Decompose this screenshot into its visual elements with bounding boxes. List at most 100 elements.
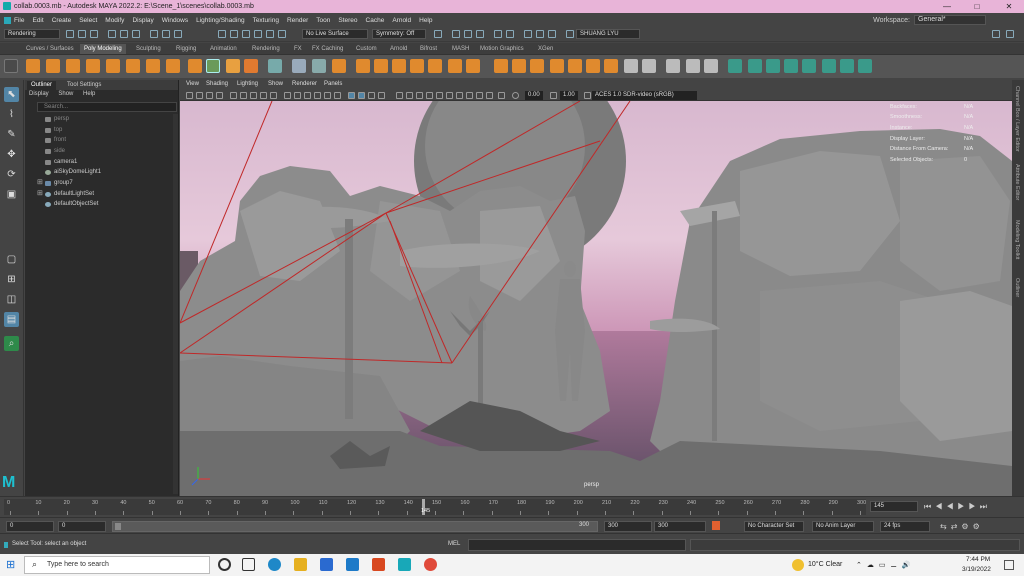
- svg-icon[interactable]: [244, 59, 258, 73]
- minimize-button[interactable]: —: [932, 0, 962, 13]
- vp-menu-panels[interactable]: Panels: [324, 81, 342, 87]
- menu-modify[interactable]: Modify: [105, 17, 124, 24]
- motion-blur-icon[interactable]: [358, 92, 365, 99]
- four-view-icon[interactable]: ⊞: [4, 272, 19, 287]
- platonic-solid-icon[interactable]: [166, 59, 180, 73]
- gate-mask-icon[interactable]: [260, 92, 267, 99]
- notifications-icon[interactable]: [1004, 560, 1014, 570]
- close-button[interactable]: ✕: [994, 0, 1024, 13]
- tab-tool-settings[interactable]: Tool Settings: [63, 81, 105, 90]
- playback-end-field[interactable]: 300: [604, 521, 652, 532]
- delete-history-icon[interactable]: [704, 59, 718, 73]
- settings-gear-icon[interactable]: [1006, 30, 1014, 38]
- cortana-icon[interactable]: [218, 558, 231, 571]
- outliner-item-persp[interactable]: persp: [45, 114, 69, 124]
- menu-create[interactable]: Create: [52, 17, 72, 24]
- shelf-tab-curves-surfaces[interactable]: Curves / Surfaces: [22, 44, 78, 54]
- task-view-icon[interactable]: [242, 558, 255, 571]
- uv-editor-icon[interactable]: [268, 59, 282, 73]
- combine-icon[interactable]: [292, 59, 306, 73]
- vp-menu-shading[interactable]: Shading: [206, 81, 228, 87]
- persp-outliner-icon[interactable]: ▤: [4, 312, 19, 327]
- shelf-tab-mash[interactable]: MASH: [448, 44, 473, 54]
- outliner-item-camera1[interactable]: camera1: [45, 157, 77, 167]
- end-frame-field[interactable]: 300: [654, 521, 706, 532]
- smooth-shade-icon[interactable]: [294, 92, 301, 99]
- uv-cut-icon[interactable]: [802, 59, 816, 73]
- weather-icon[interactable]: [792, 559, 804, 571]
- mirror-icon[interactable]: [410, 59, 424, 73]
- shelf-tab-custom[interactable]: Custom: [352, 44, 381, 54]
- shelf-tab-motion-graphics[interactable]: Motion Graphics: [476, 44, 528, 54]
- multi-cut-icon[interactable]: [550, 59, 564, 73]
- tab-attribute-editor[interactable]: Attribute Editor: [1014, 164, 1020, 200]
- shelf-tab-rigging[interactable]: Rigging: [172, 44, 200, 54]
- center-pivot-icon[interactable]: [686, 59, 700, 73]
- time-ruler[interactable]: 0 10 20 30 40 50 60 70 80 90 100 110 120 130 140 150 160…: [4, 499, 866, 515]
- shadows-icon[interactable]: [334, 92, 341, 99]
- pause-viewport-icon[interactable]: [476, 92, 483, 99]
- fill-hole-icon[interactable]: [466, 59, 480, 73]
- hypershade-toggle-icon[interactable]: [466, 92, 473, 99]
- start-frame-field[interactable]: 0: [6, 521, 54, 532]
- ui-elements-icon[interactable]: [446, 92, 453, 99]
- key-icon[interactable]: [712, 521, 720, 530]
- side-by-side-icon[interactable]: ◫: [4, 292, 19, 307]
- depth-of-field-icon[interactable]: [378, 92, 385, 99]
- outliner-item-defaultobjectset[interactable]: defaultObjectSet: [45, 199, 98, 209]
- menu-render[interactable]: Render: [287, 17, 308, 24]
- select-component-icon[interactable]: [132, 30, 140, 38]
- menu-arnold[interactable]: Arnold: [392, 17, 411, 24]
- menu-edit[interactable]: Edit: [32, 17, 43, 24]
- camera-attr-icon[interactable]: [196, 92, 203, 99]
- menu-lighting-shading[interactable]: Lighting/Shading: [196, 17, 244, 24]
- xray-icon[interactable]: [406, 92, 413, 99]
- colorspace-dropdown[interactable]: ACES 1.0 SDR-video (sRGB): [592, 91, 697, 100]
- modeling-toolkit-icon[interactable]: [524, 30, 532, 38]
- bookmark-icon[interactable]: [206, 92, 213, 99]
- attribute-editor-icon[interactable]: [536, 30, 544, 38]
- select-object-icon[interactable]: [120, 30, 128, 38]
- undo-icon[interactable]: [90, 30, 98, 38]
- clock-time[interactable]: 7:44 PM: [966, 556, 990, 563]
- vp-menu-show[interactable]: Show: [268, 81, 283, 87]
- wireframe-on-shaded-icon[interactable]: [304, 92, 311, 99]
- multisample-aa-icon[interactable]: [368, 92, 375, 99]
- menuset-dropdown[interactable]: Rendering: [4, 29, 60, 39]
- tab-channel-box[interactable]: Channel Box / Layer Editor: [1014, 86, 1020, 152]
- uv-spherical-icon[interactable]: [766, 59, 780, 73]
- smooth-icon[interactable]: [332, 59, 346, 73]
- poly-cone-icon[interactable]: [86, 59, 100, 73]
- use-all-lights-icon[interactable]: [324, 92, 331, 99]
- expand-icon[interactable]: ⊞: [37, 189, 43, 199]
- uv-cylindrical-icon[interactable]: [748, 59, 762, 73]
- render-settings-icon[interactable]: [476, 30, 484, 38]
- menu-file[interactable]: File: [14, 17, 24, 24]
- scale-tool-icon[interactable]: ▣: [4, 187, 19, 202]
- menu-windows[interactable]: Windows: [162, 17, 188, 24]
- isolate-select-icon[interactable]: [396, 92, 403, 99]
- poly-sphere-icon[interactable]: [26, 59, 40, 73]
- extrude-icon[interactable]: [494, 59, 508, 73]
- tab-modeling-toolkit[interactable]: Modeling Toolkit: [1014, 220, 1020, 259]
- snap-curve-icon[interactable]: [230, 30, 238, 38]
- shelf-tab-rendering[interactable]: Rendering: [248, 44, 284, 54]
- vp-menu-lighting[interactable]: Lighting: [237, 81, 258, 87]
- film-gate-icon[interactable]: [240, 92, 247, 99]
- arnold-render-icon[interactable]: [506, 30, 514, 38]
- mel-command-input[interactable]: [468, 539, 686, 551]
- view-transform-icon[interactable]: [584, 92, 591, 99]
- exposure-icon[interactable]: [498, 92, 505, 99]
- search-icon[interactable]: ⌕: [4, 336, 19, 351]
- menu-toon[interactable]: Toon: [316, 17, 330, 24]
- textured-icon[interactable]: [314, 92, 321, 99]
- live-surface-dropdown[interactable]: No Live Surface: [302, 29, 368, 39]
- hud-icon[interactable]: [456, 92, 463, 99]
- shelf-tab-arnold[interactable]: Arnold: [386, 44, 411, 54]
- menu-cache[interactable]: Cache: [366, 17, 385, 24]
- quad-draw-icon[interactable]: [624, 59, 638, 73]
- gamma-toggle-icon[interactable]: [550, 92, 557, 99]
- shelf-tab-animation[interactable]: Animation: [206, 44, 241, 54]
- range-slider[interactable]: 300: [112, 521, 598, 532]
- outliner-item-defaultlightset[interactable]: ⊞ defaultLightSet: [37, 189, 94, 199]
